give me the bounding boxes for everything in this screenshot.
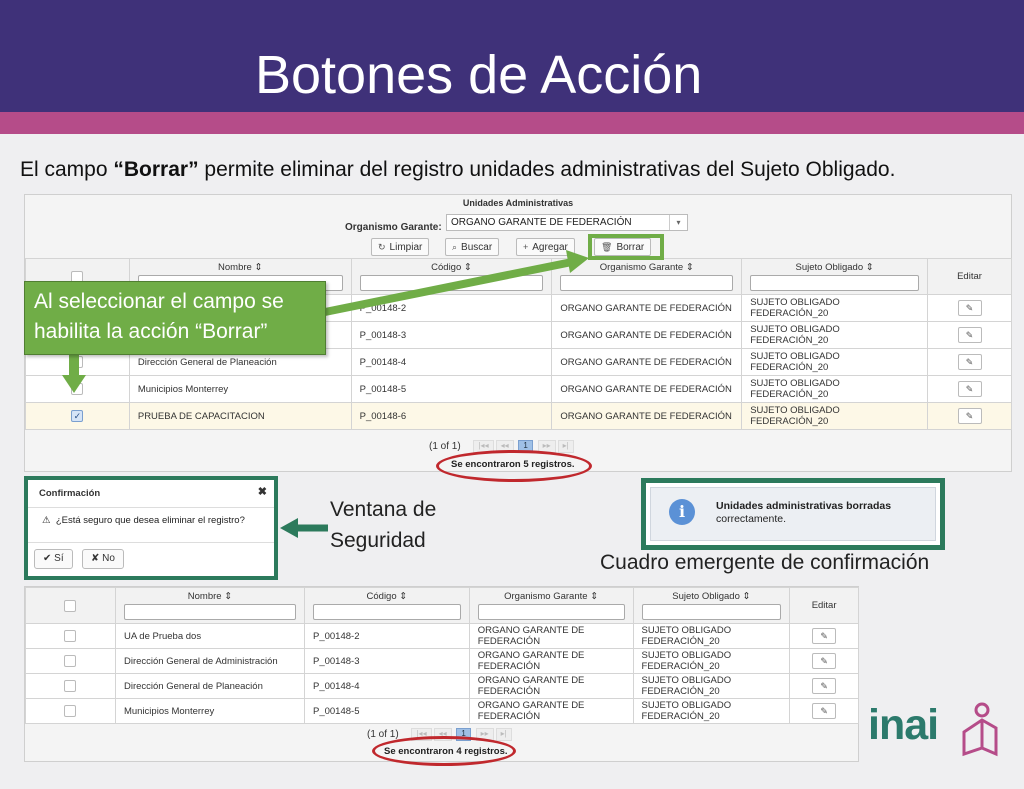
cell-sujeto: SUJETO OBLIGADO FEDERACIÓN_20	[632, 648, 791, 674]
filter-codigo-input[interactable]	[313, 604, 461, 620]
edit-button[interactable]: ✎	[812, 653, 837, 669]
cell-codigo: P_00148-3	[304, 648, 470, 674]
warning-icon: ⚠	[42, 515, 51, 526]
last-page-button[interactable]: ▸|	[495, 728, 512, 741]
check-icon: ✔	[43, 553, 52, 564]
sort-icon: ⇕	[742, 591, 751, 602]
toast-message: Unidades administrativas borradas correct…	[716, 500, 891, 526]
confirmation-caption: Cuadro emergente de confirmación	[600, 551, 930, 574]
cell-codigo: P_00148-2	[304, 623, 470, 649]
row-checkbox[interactable]	[64, 705, 77, 717]
info-icon: i	[669, 499, 695, 525]
confirm-dialog: Confirmación ✖ ⚠ ¿Está seguro que desea …	[24, 476, 278, 580]
row-checkbox[interactable]	[64, 630, 77, 642]
confirmation-toast: i Unidades administrativas borradas corre…	[641, 478, 945, 550]
yes-label: Sí	[54, 553, 64, 564]
toast-line1: Unidades administrativas borradas	[716, 500, 892, 512]
select-all-checkbox[interactable]	[64, 599, 77, 612]
cell-codigo: P_00148-4	[304, 673, 470, 699]
table-header-row: Nombre ⇕ Código ⇕ Organismo Garante ⇕ Su…	[25, 587, 859, 624]
pager-label: (1 of 1)	[367, 729, 399, 741]
col-codigo-label: Código	[366, 591, 397, 602]
col-nombre-label: Nombre	[187, 591, 222, 602]
row-checkbox[interactable]	[64, 680, 77, 692]
close-icon[interactable]: ✖	[258, 485, 267, 498]
col-organismo-label: Organismo Garante	[504, 591, 588, 602]
arrow-head-checkbox	[62, 375, 86, 393]
cell-nombre: Dirección General de Administración	[114, 648, 306, 674]
sort-icon: ⇕	[224, 591, 233, 602]
col-codigo[interactable]: Código ⇕	[304, 587, 470, 624]
dialog-message: ⚠ ¿Está seguro que desea eliminar el reg…	[42, 515, 245, 526]
col-nombre[interactable]: Nombre ⇕	[114, 587, 306, 624]
arrow-head-dialog	[280, 518, 298, 538]
sort-icon: ⇕	[399, 591, 408, 602]
cell-sujeto: SUJETO OBLIGADO FEDERACIÓN_20	[632, 673, 791, 699]
ventana-label-line1: Ventana de	[330, 498, 437, 521]
cell-nombre: Municipios Monterrey	[114, 698, 306, 724]
filter-organismo-input[interactable]	[477, 604, 625, 620]
table-row[interactable]: Dirección General de Administración P_00…	[25, 648, 859, 674]
pencil-icon: ✎	[820, 706, 828, 716]
ua-table-after: Nombre ⇕ Código ⇕ Organismo Garante ⇕ Su…	[25, 587, 859, 724]
pencil-icon: ✎	[820, 631, 828, 641]
col-editar: Editar	[789, 587, 859, 624]
cell-organismo: ORGANO GARANTE DE FEDERACIÓN	[468, 648, 634, 674]
col-organismo[interactable]: Organismo Garante ⇕	[468, 587, 634, 624]
cell-organismo: ORGANO GARANTE DE FEDERACIÓN	[468, 623, 634, 649]
x-icon: ✘	[91, 553, 100, 564]
ventana-label-line2: Seguridad	[330, 529, 426, 552]
col-sujeto[interactable]: Sujeto Obligado ⇕	[632, 587, 791, 624]
cell-codigo: P_00148-5	[304, 698, 470, 724]
cell-organismo: ORGANO GARANTE DE FEDERACIÓN	[468, 673, 634, 699]
no-button[interactable]: ✘ No	[82, 549, 124, 569]
dialog-title: Confirmación	[39, 488, 101, 499]
cell-organismo: ORGANO GARANTE DE FEDERACIÓN	[468, 698, 634, 724]
filter-sujeto-input[interactable]	[641, 604, 782, 620]
arrow-to-borrar	[324, 258, 573, 316]
edit-button[interactable]: ✎	[812, 703, 837, 719]
pencil-icon: ✎	[820, 656, 828, 666]
dialog-divider	[28, 507, 274, 508]
slide: Botones de Acción El campo “Borrar” perm…	[0, 0, 1024, 789]
records-highlight-ellipse	[372, 736, 516, 766]
edit-button[interactable]: ✎	[812, 628, 837, 644]
cell-nombre: Dirección General de Planeación	[114, 673, 306, 699]
dialog-message-text: ¿Está seguro que desea eliminar el regis…	[55, 515, 245, 526]
col-sujeto-label: Sujeto Obligado	[672, 591, 740, 602]
filter-nombre-input[interactable]	[123, 604, 296, 620]
table-row[interactable]: UA de Prueba dos P_00148-2 ORGANO GARANT…	[25, 623, 859, 649]
logo-figure-icon	[962, 702, 998, 757]
no-label: No	[102, 553, 115, 564]
pencil-icon: ✎	[820, 681, 828, 691]
ventana-label: Ventana de Seguridad	[330, 494, 436, 556]
cell-sujeto: SUJETO OBLIGADO FEDERACIÓN_20	[632, 698, 791, 724]
yes-button[interactable]: ✔ Sí	[34, 549, 73, 569]
selection-callout: Al seleccionar el campo se habilita la a…	[24, 281, 326, 355]
toast-body: i Unidades administrativas borradas corre…	[650, 487, 936, 541]
cell-sujeto: SUJETO OBLIGADO FEDERACIÓN_20	[632, 623, 791, 649]
edit-button[interactable]: ✎	[812, 678, 837, 694]
table-row[interactable]: Municipios Monterrey P_00148-5 ORGANO GA…	[25, 698, 859, 724]
arrow-head-borrar	[566, 250, 589, 273]
cell-nombre: UA de Prueba dos	[114, 623, 306, 649]
dialog-divider	[28, 542, 274, 543]
table-row[interactable]: Dirección General de Planeación P_00148-…	[25, 673, 859, 699]
logo-text: inai	[868, 701, 939, 749]
sort-icon: ⇕	[590, 591, 599, 602]
toast-line2: correctamente.	[716, 513, 787, 525]
row-checkbox[interactable]	[64, 655, 77, 667]
